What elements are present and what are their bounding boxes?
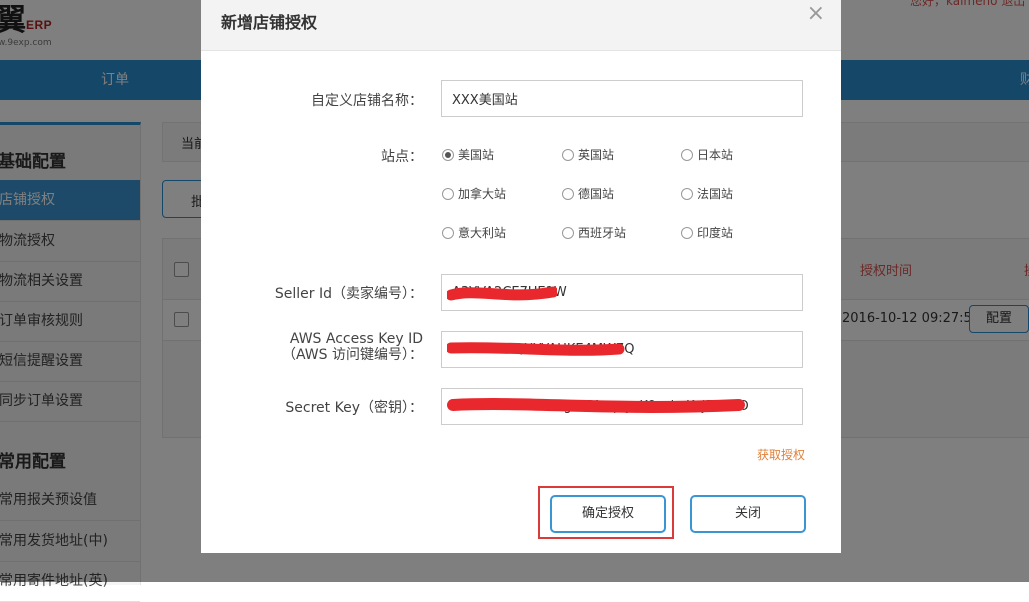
aws-key-field-wrap xyxy=(441,331,803,368)
add-store-auth-dialog: 新增店铺授权 × 自定义店铺名称： 站点： 美国站 英国站 日本站加拿大站 德国站 法国… xyxy=(201,0,841,553)
radio-checked-icon xyxy=(442,149,454,161)
secret-key-label: Secret Key（密钥）： xyxy=(285,400,423,416)
radio-unchecked-icon xyxy=(442,227,454,239)
site-radio-label: 法国站 xyxy=(697,187,734,201)
aws-key-label-line2: （AWS 访问键编号）： xyxy=(282,347,423,363)
site-radio-label: 西班牙站 xyxy=(578,226,627,240)
dialog-title: 新增店铺授权 xyxy=(221,13,318,32)
radio-unchecked-icon xyxy=(562,188,574,200)
radio-unchecked-icon xyxy=(681,149,693,161)
seller-id-field-wrap xyxy=(441,274,803,311)
site-radio-label: 美国站 xyxy=(458,148,495,162)
site-radio-label: 德国站 xyxy=(578,187,615,201)
store-name-field-wrap xyxy=(441,80,803,117)
site-label: 站点： xyxy=(381,149,423,165)
radio-unchecked-icon xyxy=(562,227,574,239)
radio-unchecked-icon xyxy=(681,227,693,239)
confirm-auth-button[interactable]: 确定授权 xyxy=(550,495,666,533)
site-radio-label: 印度站 xyxy=(697,226,734,240)
seller-id-input[interactable] xyxy=(441,274,803,311)
seller-id-label: Seller Id（卖家编号）： xyxy=(274,286,423,302)
aws-key-input[interactable] xyxy=(441,331,803,368)
radio-unchecked-icon xyxy=(562,149,574,161)
aws-key-label: AWS Access Key ID （AWS 访问键编号）： xyxy=(282,331,423,363)
dialog-header: 新增店铺授权 × xyxy=(201,0,841,51)
secret-key-input[interactable] xyxy=(441,388,803,425)
close-button[interactable]: 关闭 xyxy=(690,495,806,533)
radio-unchecked-icon xyxy=(442,188,454,200)
site-radio-label: 日本站 xyxy=(697,148,734,162)
store-name-label: 自定义店铺名称： xyxy=(311,93,423,109)
aws-key-label-line1: AWS Access Key ID xyxy=(289,331,423,347)
store-name-input[interactable] xyxy=(441,80,803,117)
close-icon[interactable]: × xyxy=(807,1,825,26)
site-radio-label: 加拿大站 xyxy=(458,187,507,201)
get-auth-link[interactable]: 获取授权 xyxy=(757,446,805,463)
site-radio-label: 意大利站 xyxy=(458,226,507,240)
secret-key-field-wrap xyxy=(441,388,803,425)
site-radio-label: 英国站 xyxy=(578,148,615,162)
radio-unchecked-icon xyxy=(681,188,693,200)
